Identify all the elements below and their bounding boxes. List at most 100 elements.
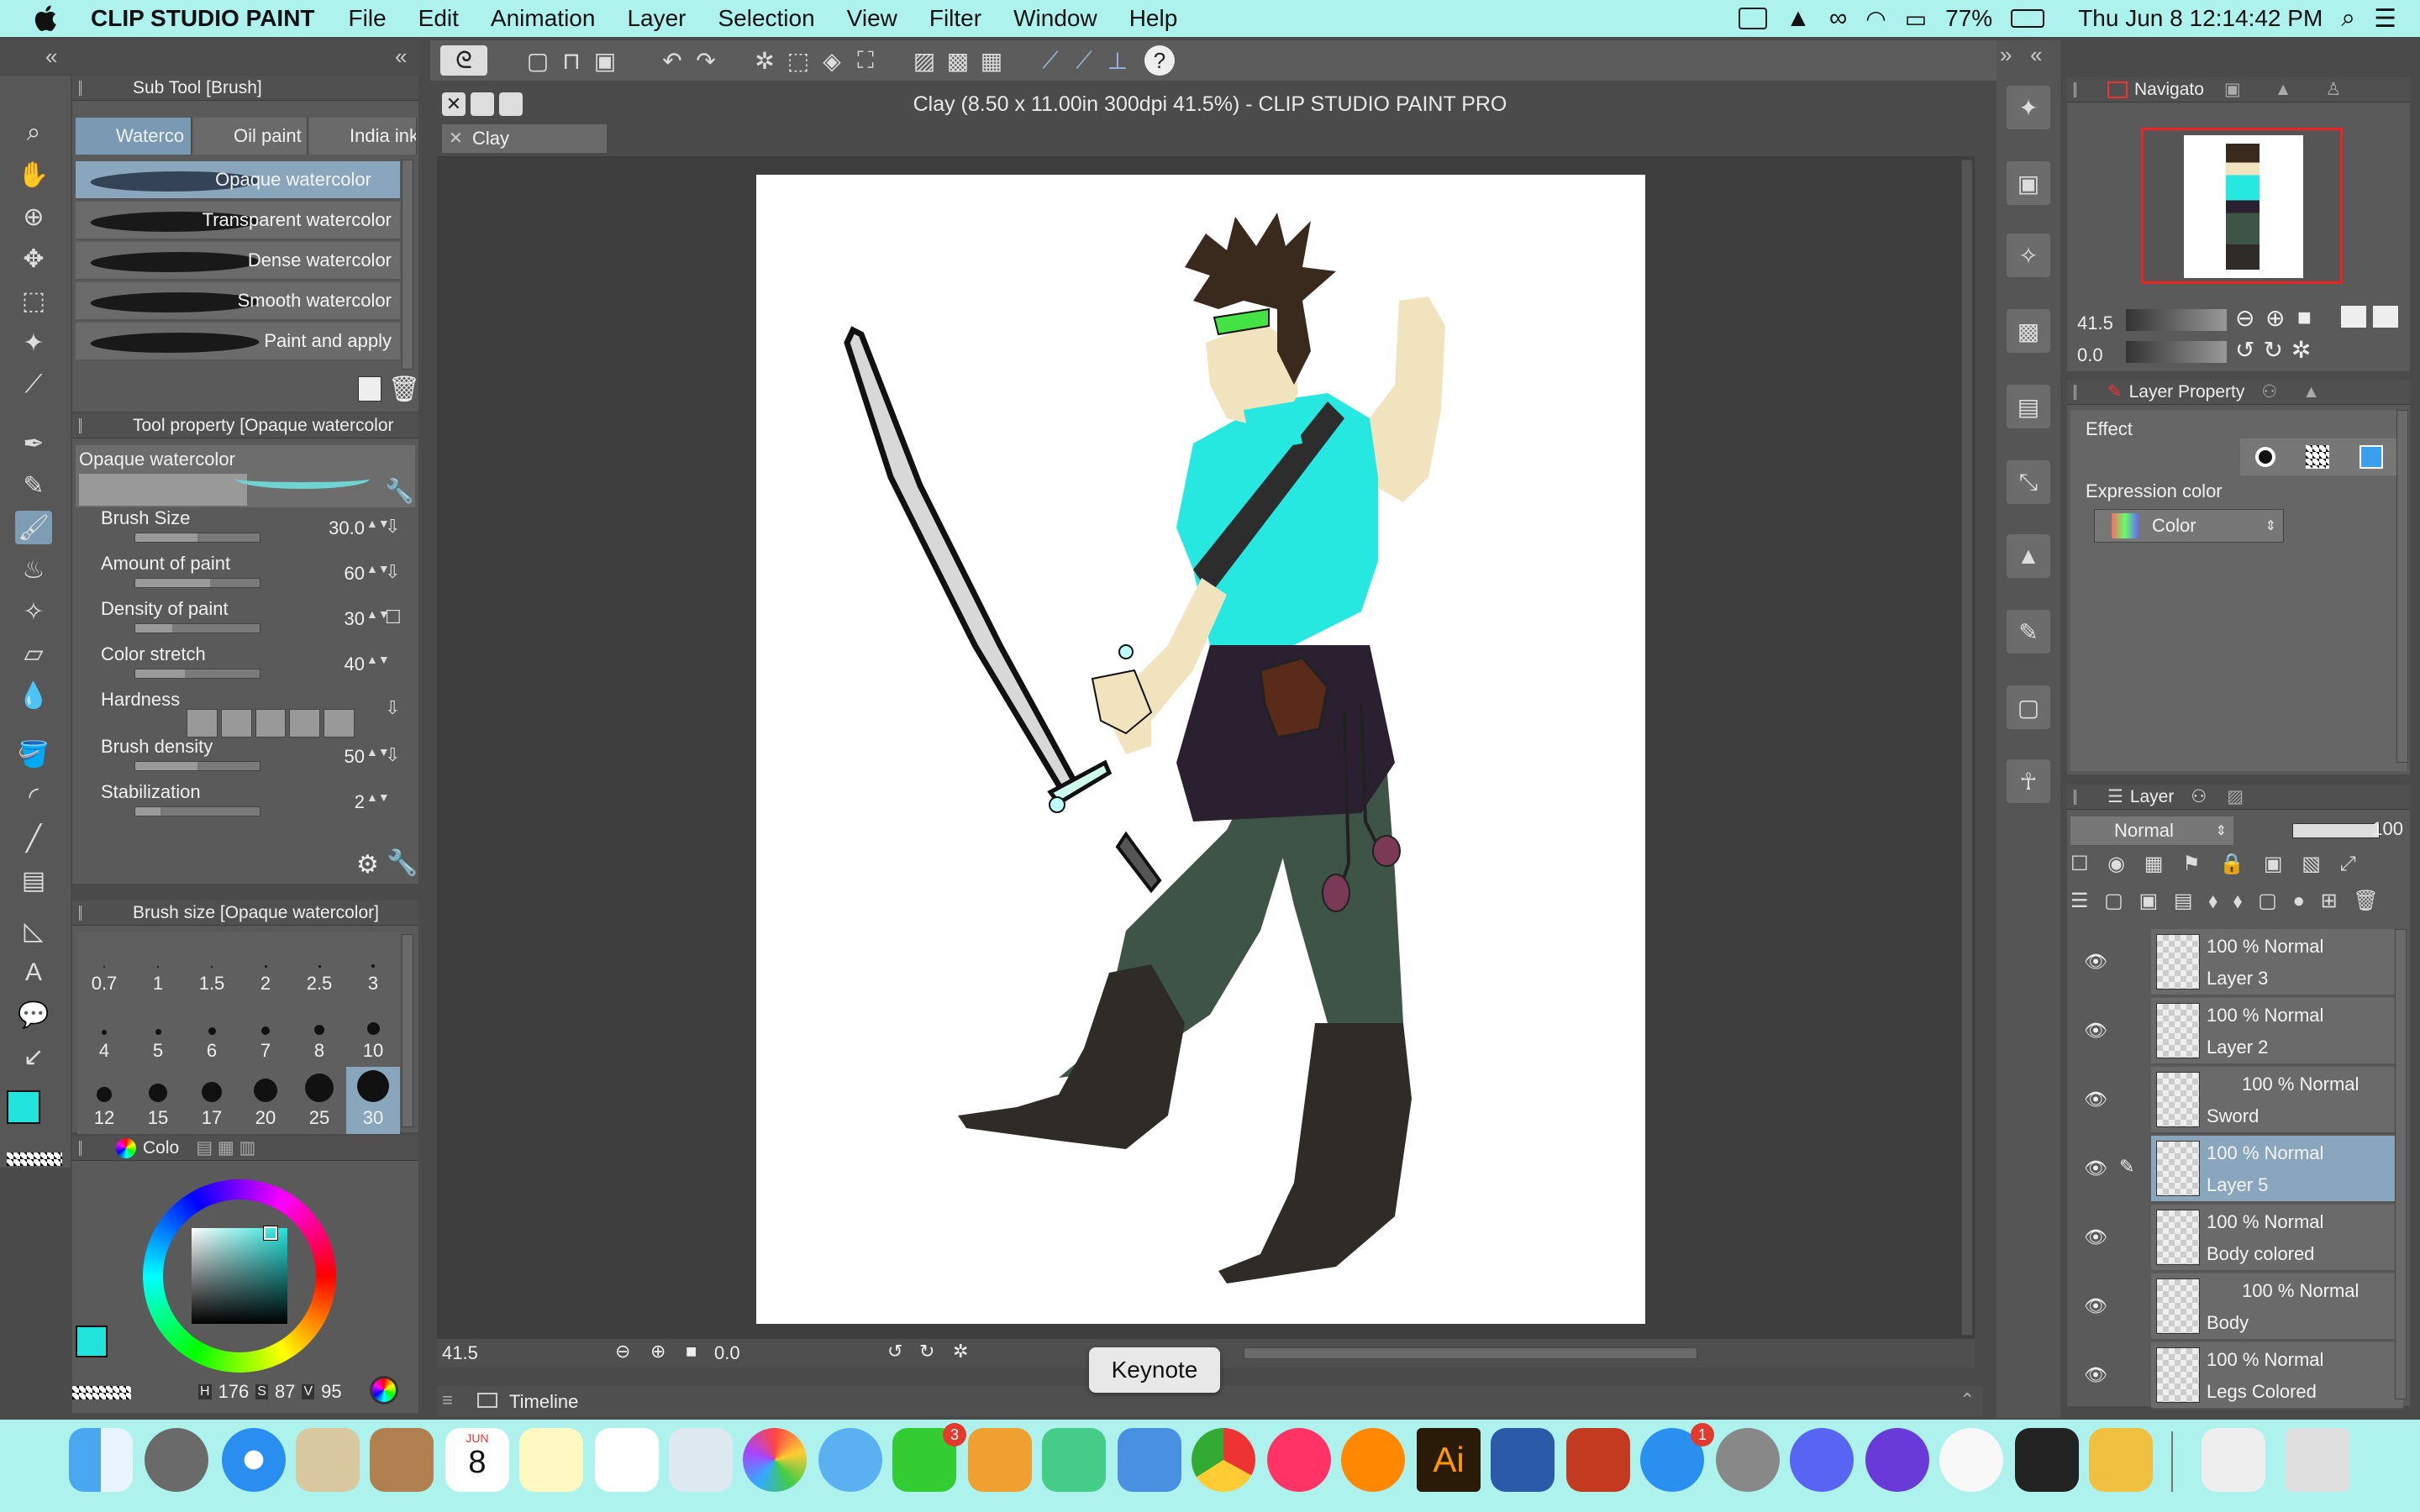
tool-prop-stabilization[interactable]: Stabilization 2 ▲▼ bbox=[72, 781, 418, 828]
navigator-zoom-in-icon[interactable]: ⊕ bbox=[2265, 304, 2285, 332]
layer-options-row-2[interactable]: ☰ ▢ ▣ ▤ ⬧ ⬧ ▢ ● ⊞ 🗑 bbox=[2070, 889, 2407, 921]
layer-property-title[interactable]: Layer Property bbox=[2129, 382, 2245, 402]
spotlight-search-icon[interactable]: ⌕ bbox=[2341, 4, 2355, 33]
operation-tool-icon[interactable]: ⊕ bbox=[15, 200, 52, 234]
tab-clay[interactable]: ✕ Clay bbox=[442, 124, 607, 153]
layer-row[interactable]: 100 % Normal Layer 5 bbox=[2151, 1136, 2403, 1203]
deselect-icon[interactable]: ▨ bbox=[909, 45, 939, 76]
layer-row[interactable]: 100 % Normal Layer 3 bbox=[2151, 929, 2403, 996]
panel-grip-icon[interactable] bbox=[79, 1141, 94, 1156]
clip-studio-dock-icon[interactable] bbox=[1939, 1428, 2003, 1492]
color-mode-icon[interactable] bbox=[370, 1376, 398, 1404]
material-icon[interactable]: ✧ bbox=[2007, 234, 2050, 277]
brush-size-preset[interactable]: 3 bbox=[346, 932, 400, 1000]
clear-icon[interactable]: ✲ bbox=[750, 45, 780, 76]
canvas-horizontal-scrollbar[interactable] bbox=[1244, 1347, 1697, 1359]
redo-icon[interactable]: ↷ bbox=[691, 45, 721, 76]
safari-icon[interactable] bbox=[222, 1428, 286, 1492]
contacts-icon[interactable] bbox=[370, 1428, 434, 1492]
pen-tool-icon[interactable]: ✒ bbox=[15, 427, 52, 460]
expand-timeline-icon[interactable]: ⌃ bbox=[1960, 1389, 1975, 1411]
spinner-icon[interactable]: ▲▼ bbox=[366, 517, 390, 541]
layer-opacity-value[interactable]: 100 bbox=[2366, 818, 2403, 840]
main-color-swatch[interactable] bbox=[7, 1090, 40, 1124]
brush-dense-watercolor[interactable]: Dense watercolor bbox=[76, 242, 400, 281]
layer-visibility-icon[interactable]: 👁 bbox=[2084, 1020, 2109, 1041]
chrome-icon[interactable] bbox=[1192, 1428, 1255, 1492]
layer-visibility-icon[interactable]: 👁 bbox=[2084, 1158, 2109, 1179]
panel-grip-icon[interactable] bbox=[2074, 385, 2089, 400]
tool-prop-brush-size[interactable]: Brush Size 30.0 ▲▼ ⇩ bbox=[72, 507, 418, 554]
clip-studio-icon[interactable]: ᘓ bbox=[440, 45, 487, 76]
dvd-player-icon[interactable] bbox=[2015, 1428, 2079, 1492]
finder-icon[interactable] bbox=[69, 1428, 133, 1492]
color-wheel-icon[interactable] bbox=[116, 1137, 136, 1158]
tool-prop-value[interactable]: 60 bbox=[297, 563, 365, 585]
creative-cloud-icon[interactable]: ∞ bbox=[1829, 4, 1847, 33]
3d-figure-icon[interactable]: ☥ bbox=[2007, 759, 2050, 803]
tool-reset-icon[interactable]: ⚙ bbox=[356, 850, 379, 879]
tool-prop-value[interactable]: 30 bbox=[297, 608, 365, 630]
color-set-tab-icon[interactable]: ▨ bbox=[2227, 786, 2244, 807]
layer-property-scrollbar[interactable] bbox=[2396, 410, 2408, 763]
auto-actions-icon[interactable]: ⤡ bbox=[2007, 460, 2050, 504]
zoom-tool-icon[interactable]: ⌕ bbox=[15, 116, 52, 150]
brush-size-preset[interactable]: 1.5 bbox=[185, 932, 239, 1000]
show-selection-icon[interactable]: ▦ bbox=[976, 45, 1007, 76]
close-tab-icon[interactable]: ✕ bbox=[449, 128, 463, 149]
figure-tool-icon[interactable]: ╱ bbox=[15, 822, 52, 855]
subtool-scrollbar[interactable] bbox=[402, 160, 413, 370]
powerpoint-icon[interactable] bbox=[1566, 1428, 1630, 1492]
zoom-out-icon[interactable]: ⊖ bbox=[615, 1341, 630, 1362]
border-effect-icon[interactable] bbox=[2255, 447, 2275, 467]
spinner-icon[interactable]: ▲▼ bbox=[366, 746, 390, 769]
canvas-vertical-scrollbar[interactable] bbox=[1961, 160, 1973, 1336]
brush-settings-icon[interactable]: 🔧 bbox=[385, 477, 414, 505]
layer-color-effect-icon[interactable] bbox=[2360, 445, 2383, 469]
fill-tool-icon[interactable]: 🪣 bbox=[15, 738, 52, 771]
layer-visibility-icon[interactable]: 👁 bbox=[2084, 1089, 2109, 1110]
spinner-icon[interactable]: ▲▼ bbox=[366, 563, 390, 586]
clock[interactable]: Thu Jun 8 12:14:42 PM bbox=[2078, 5, 2323, 32]
layer-list-scrollbar[interactable] bbox=[2395, 929, 2407, 1399]
tool-prop-value[interactable]: 40 bbox=[297, 654, 365, 675]
rotate-left-icon[interactable]: ↺ bbox=[887, 1341, 902, 1362]
navigator-angle-value[interactable]: 0.0 bbox=[2077, 344, 2103, 366]
tool-prop-slider[interactable] bbox=[134, 669, 260, 679]
saturation-value-square[interactable] bbox=[192, 1228, 287, 1324]
airbrush-tool-icon[interactable]: ♨ bbox=[15, 553, 52, 586]
magic-wand-tool-icon[interactable]: ✦ bbox=[15, 326, 52, 360]
layer-row[interactable]: 100 % Normal Body bbox=[2151, 1273, 2403, 1341]
brush-size-preset[interactable]: 0.7 bbox=[77, 932, 131, 1000]
menu-animation[interactable]: Animation bbox=[491, 5, 596, 32]
brush-smooth-watercolor[interactable]: Smooth watercolor bbox=[76, 282, 400, 321]
mail-icon[interactable] bbox=[296, 1428, 360, 1492]
brush-paint-and-apply[interactable]: Paint and apply bbox=[76, 323, 400, 361]
navigator-angle-slider[interactable] bbox=[2126, 341, 2227, 363]
keynote-icon[interactable] bbox=[1118, 1428, 1181, 1492]
tool-prop-density-of-paint[interactable]: Density of paint 30 ▲▼ ☐ bbox=[72, 598, 418, 645]
pressure-toggle-icon[interactable]: ⇩ bbox=[385, 697, 407, 722]
navigator-title[interactable]: Navigato bbox=[2134, 80, 2204, 100]
menu-filter[interactable]: Filter bbox=[929, 5, 981, 32]
brush-size-preset[interactable]: 15 bbox=[131, 1067, 185, 1134]
tool-prop-slider[interactable] bbox=[134, 806, 260, 816]
apple-icon[interactable] bbox=[32, 3, 62, 34]
collapse-left-icon[interactable]: « bbox=[45, 44, 57, 70]
navigator-rotate-icons[interactable]: ↺↻✲ bbox=[2235, 336, 2319, 364]
drive-icon[interactable]: ▲ bbox=[1786, 4, 1811, 33]
snap-grid-icon[interactable]: ⊥ bbox=[1102, 45, 1133, 76]
collapse-right-icon[interactable]: » bbox=[2000, 42, 2012, 68]
tool-prop-slider[interactable] bbox=[134, 533, 260, 543]
color-picker-marker[interactable] bbox=[263, 1226, 278, 1241]
airplay-icon[interactable]: ▭ bbox=[1905, 5, 1927, 33]
illustrator-icon[interactable]: Ai bbox=[1417, 1428, 1481, 1492]
hardness-presets[interactable] bbox=[187, 709, 355, 738]
hand-tool-icon[interactable]: ✋ bbox=[15, 158, 52, 192]
imovie-icon[interactable] bbox=[1865, 1428, 1929, 1492]
menu-help[interactable]: Help bbox=[1129, 5, 1178, 32]
effect-buttons[interactable] bbox=[2240, 438, 2398, 475]
info-tab-icon[interactable]: ▲ bbox=[2275, 80, 2292, 100]
layer-options-row-1[interactable]: ☐ ◉ ▦ ⚑ 🔒 ▣ ▧ ⤢ bbox=[2070, 852, 2407, 884]
brush-transparent-watercolor[interactable]: Transparent watercolor bbox=[76, 202, 400, 240]
